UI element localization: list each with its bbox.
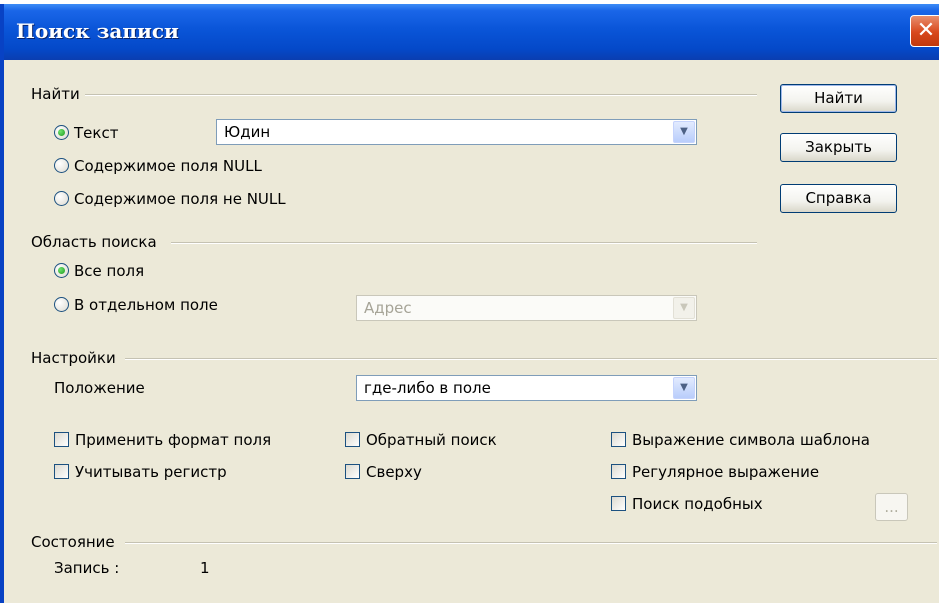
radio-single-field-label: В отдельном поле [74,296,218,314]
radio-field-not-null[interactable] [54,191,69,206]
checkbox-backwards[interactable] [345,432,360,447]
chevron-down-icon[interactable]: ▼ [673,297,695,319]
close-icon[interactable]: ✕ [910,15,939,47]
record-value: 1 [200,559,210,577]
checkbox-wildcard-expression-label: Выражение символа шаблона [632,431,870,449]
chevron-down-icon[interactable]: ▼ [673,121,695,143]
radio-text[interactable] [54,125,69,140]
divider [125,542,937,544]
radio-field-not-null-label: Содержимое поля не NULL [74,190,286,208]
checkbox-similarity-search-label: Поиск подобных [632,495,763,513]
close-button[interactable]: Закрыть [780,133,897,162]
find-button[interactable]: Найти [780,84,897,113]
chevron-down-icon[interactable]: ▼ [673,377,695,399]
record-label: Запись : [54,559,120,577]
position-combo[interactable]: где-либо в поле ▼ [356,375,697,401]
radio-all-fields[interactable] [54,263,69,278]
search-text-combo[interactable]: Юдин ▼ [216,119,697,145]
radio-text-label: Текст [74,124,119,142]
field-select-combo[interactable]: Адрес ▼ [356,295,697,321]
checkbox-from-top[interactable] [345,464,360,479]
section-find-label: Найти [31,85,80,103]
radio-field-null-label: Содержимое поля NULL [74,157,262,175]
divider [85,94,757,96]
checkbox-match-case[interactable] [54,464,69,479]
checkbox-similarity-search[interactable] [611,496,626,511]
radio-field-null[interactable] [54,158,69,173]
window-title: Поиск записи [16,19,179,43]
divider [125,358,937,360]
section-settings-label: Настройки [31,349,116,367]
field-select-value: Адрес [364,299,412,317]
section-status-label: Состояние [31,533,115,551]
checkbox-apply-field-format-label: Применить формат поля [75,431,272,449]
checkbox-regular-expression-label: Регулярное выражение [632,463,820,481]
checkbox-from-top-label: Сверху [366,463,422,481]
divider [171,242,757,244]
checkbox-match-case-label: Учитывать регистр [75,463,227,481]
checkbox-apply-field-format[interactable] [54,432,69,447]
radio-all-fields-label: Все поля [74,262,145,280]
section-scope-label: Область поиска [31,233,157,251]
search-text-value: Юдин [224,123,271,141]
help-button[interactable]: Справка [780,184,897,213]
checkbox-wildcard-expression[interactable] [611,432,626,447]
similarity-settings-button[interactable]: ... [875,493,908,521]
radio-single-field[interactable] [54,297,69,312]
checkbox-regular-expression[interactable] [611,464,626,479]
title-bar[interactable]: Поиск записи ✕ [4,4,939,60]
position-value: где-либо в поле [364,379,491,397]
checkbox-backwards-label: Обратный поиск [366,431,497,449]
position-label: Положение [54,379,145,397]
find-record-dialog: Поиск записи ✕ Найти Текст Содержимое по… [0,4,939,603]
